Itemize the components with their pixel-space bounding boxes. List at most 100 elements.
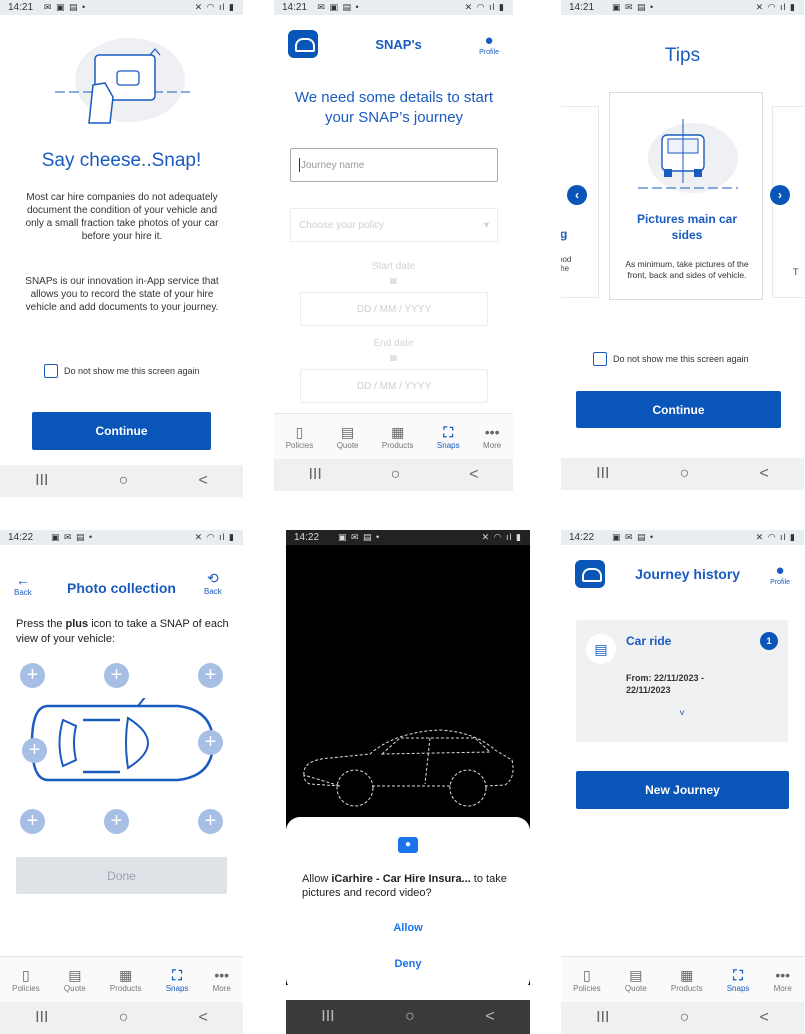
tab-more[interactable]: ••• More — [213, 966, 231, 993]
bottom-tab-bar: ▯ Policies ▤ Quote ▦ Products ⛶ Snaps ••• Mor… — [0, 956, 243, 1002]
start-date-input[interactable]: DD / MM / YYYY — [300, 292, 488, 326]
chevron-down-icon[interactable]: ˅ — [576, 708, 788, 719]
add-photo-right-button[interactable]: + — [198, 730, 223, 755]
back-button[interactable]: < — [485, 1008, 494, 1026]
continue-button[interactable]: Continue — [32, 412, 211, 450]
calendar-icon: ▦ — [389, 353, 398, 362]
journey-count-badge: 1 — [760, 632, 778, 650]
home-button[interactable]: ○ — [680, 1009, 690, 1027]
permission-dialog: ● Allow iCarhire - Car Hire Insura... to… — [286, 817, 530, 992]
text-cursor — [299, 158, 300, 172]
journey-name-placeholder: Journey name — [301, 159, 365, 171]
dont-show-checkbox[interactable] — [44, 364, 58, 378]
dont-show-checkbox-row[interactable]: Do not show me this screen again — [44, 364, 200, 378]
app-logo-icon[interactable] — [575, 560, 605, 588]
back-button[interactable]: < — [199, 472, 208, 490]
android-nav-bar: III ○ < — [561, 1002, 804, 1034]
tab-products[interactable]: ▦ Products — [382, 423, 414, 450]
tab-snaps[interactable]: ⛶ Snaps — [166, 966, 189, 993]
instructions-text: Press the plus icon to take a SNAP of ea… — [16, 618, 229, 645]
add-photo-left-button[interactable]: + — [22, 738, 47, 763]
previous-tip-button[interactable]: ‹ — [567, 185, 587, 205]
profile-button[interactable]: ● Profile — [479, 32, 499, 56]
recents-button[interactable]: III — [321, 1008, 334, 1026]
recents-button[interactable]: III — [35, 1009, 48, 1027]
tab-products[interactable]: ▦ Products — [671, 966, 703, 993]
tab-snaps[interactable]: ⛶ Snaps — [437, 423, 460, 450]
deny-button[interactable]: Deny — [286, 958, 530, 970]
new-journey-button[interactable]: New Journey — [576, 771, 789, 809]
allow-button[interactable]: Allow — [286, 922, 530, 934]
status-time: 14:21 — [8, 2, 34, 13]
next-tip-button[interactable]: › — [770, 185, 790, 205]
recents-button[interactable]: III — [596, 465, 609, 483]
back-button[interactable]: < — [469, 466, 478, 484]
done-button[interactable]: Done — [16, 857, 227, 894]
chevron-right-icon: › — [778, 188, 782, 202]
more-icon: ••• — [214, 967, 230, 983]
recents-button[interactable]: III — [596, 1009, 609, 1027]
home-button[interactable]: ○ — [119, 1009, 129, 1027]
tab-more[interactable]: ••• More — [774, 966, 792, 993]
profile-button[interactable]: ● Profile — [770, 561, 790, 586]
dont-show-checkbox[interactable] — [593, 352, 607, 366]
home-button[interactable]: ○ — [680, 465, 690, 483]
dont-show-checkbox-row[interactable]: Do not show me this screen again — [593, 352, 749, 366]
status-time: 14:21 — [282, 2, 308, 13]
app-logo-icon[interactable] — [288, 30, 318, 58]
chevron-left-icon: ‹ — [575, 188, 579, 202]
add-photo-front-right-button[interactable]: + — [198, 663, 223, 688]
home-button[interactable]: ○ — [391, 466, 401, 484]
tab-policies[interactable]: ▯ Policies — [286, 423, 314, 450]
tab-quote[interactable]: ▤ Quote — [64, 966, 86, 993]
scan-icon: ⛶ — [733, 967, 743, 983]
quote-icon: ▤ — [629, 967, 643, 983]
status-time: 14:21 — [569, 2, 595, 13]
status-icons: ▣ ✉ ▤ • ✕ ◠ ıl ▮ — [611, 2, 796, 12]
add-photo-rear-right-button[interactable]: + — [198, 809, 223, 834]
status-bar: 14:21 ✉ ▣ ▤ • ✕ ◠ ıl ▮ — [0, 0, 243, 15]
add-photo-rear-button[interactable]: + — [104, 809, 129, 834]
continue-button[interactable]: Continue — [576, 391, 781, 428]
android-nav-bar: III ○ < — [561, 458, 804, 490]
tips-screen: 14:21 ▣ ✉ ▤ • ✕ ◠ ıl ▮ Tips g ood the Pi… — [561, 0, 804, 490]
home-button[interactable]: ○ — [405, 1008, 415, 1026]
back-button[interactable]: < — [760, 465, 769, 483]
tab-policies[interactable]: ▯ Policies — [573, 966, 601, 993]
add-photo-front-left-button[interactable]: + — [20, 663, 45, 688]
policies-icon: ▯ — [295, 424, 304, 440]
tip-card: Pictures main car sides As minimum, take… — [609, 92, 763, 300]
policy-select[interactable]: Choose your policy ▾ — [290, 208, 498, 242]
car-top-view-icon — [30, 698, 215, 782]
end-date-input[interactable]: DD / MM / YYYY — [300, 369, 488, 403]
journey-card[interactable]: ▤ Car ride 1 From: 22/11/2023 - 22/11/20… — [576, 620, 788, 742]
app-header: Journey history ● Profile — [561, 545, 804, 603]
tab-quote[interactable]: ▤ Quote — [625, 966, 647, 993]
tab-policies[interactable]: ▯ Policies — [12, 966, 40, 993]
back-button[interactable]: < — [199, 1009, 208, 1027]
tab-more[interactable]: ••• More — [483, 423, 501, 450]
recents-button[interactable]: III — [35, 472, 48, 490]
header-title: Journey history — [635, 566, 741, 582]
status-bar: 14:21 ✉ ▣ ▤ • ✕ ◠ ıl ▮ — [274, 0, 513, 15]
intro-screen: 14:21 ✉ ▣ ▤ • ✕ ◠ ıl ▮ Say cheese..Snap!… — [0, 0, 243, 497]
android-nav-bar: III ○ < — [274, 459, 513, 491]
journey-dates: From: 22/11/2023 - 22/11/2023 — [626, 673, 705, 695]
tab-quote[interactable]: ▤ Quote — [337, 423, 359, 450]
calendar-icon: ▦ — [389, 276, 398, 285]
policies-icon: ▯ — [22, 967, 30, 983]
back-link-right[interactable]: ⟲ Back — [204, 570, 222, 596]
person-icon: ● — [775, 561, 785, 579]
home-button[interactable]: ○ — [119, 472, 129, 490]
tab-snaps[interactable]: ⛶ Snaps — [727, 966, 750, 993]
add-photo-front-button[interactable]: + — [104, 663, 129, 688]
status-icons: ▣ ✉ ▤ • ✕ ◠ ıl ▮ — [337, 532, 522, 542]
start-date-label: Start date — [371, 261, 416, 272]
permission-text: Allow iCarhire - Car Hire Insura... to t… — [302, 873, 507, 899]
tab-products[interactable]: ▦ Products — [110, 966, 142, 993]
journey-name-input[interactable]: Journey name — [290, 148, 498, 182]
android-nav-bar: III ○ < — [0, 1002, 243, 1034]
back-button[interactable]: < — [760, 1009, 769, 1027]
add-photo-rear-left-button[interactable]: + — [20, 809, 45, 834]
recents-button[interactable]: III — [308, 466, 321, 484]
